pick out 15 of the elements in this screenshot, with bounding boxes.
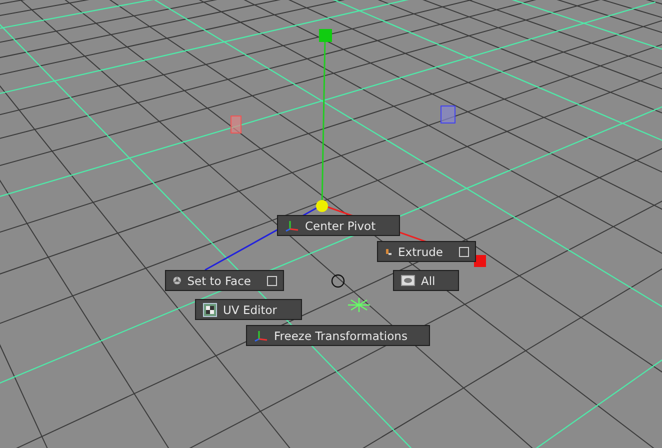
- checker-icon: [203, 302, 217, 316]
- cursor-circle: [331, 274, 345, 288]
- axes-icon: [285, 220, 299, 232]
- display-icon: [401, 275, 415, 286]
- option-box[interactable]: [267, 276, 277, 286]
- pivot-marker: [347, 297, 371, 313]
- gear-icon: [173, 274, 182, 287]
- axes-icon: [254, 330, 268, 342]
- marking-menu-item[interactable]: Extrude: [377, 241, 476, 262]
- marking-menu-item[interactable]: Set to Face: [165, 270, 284, 291]
- marking-menu-item[interactable]: Center Pivot: [277, 215, 400, 236]
- marking-menu-item[interactable]: All: [393, 270, 459, 291]
- marking-menu-item[interactable]: UV Editor: [195, 299, 302, 320]
- option-box[interactable]: [459, 246, 469, 256]
- marking-menu-item[interactable]: Freeze Transformations: [246, 325, 430, 346]
